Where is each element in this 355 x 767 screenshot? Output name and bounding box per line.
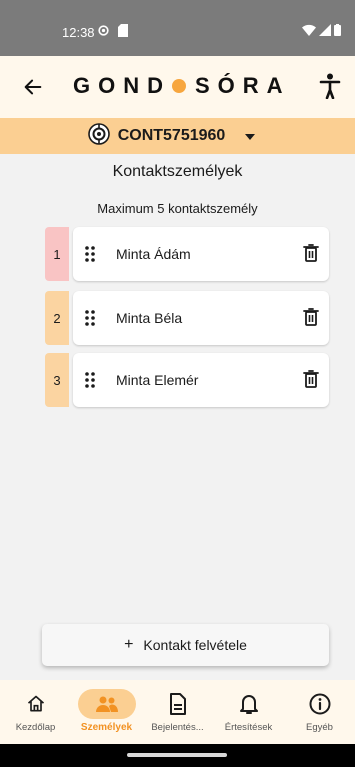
nav-item-people[interactable]: Személyek — [71, 680, 142, 744]
logo-text-right: SÓRA — [195, 73, 291, 98]
app-bar: GOND SÓRA — [0, 56, 355, 118]
nav-label-people: Személyek — [80, 722, 133, 733]
contact-item: 1 Minta Ádám — [45, 227, 329, 281]
trash-icon[interactable] — [303, 244, 319, 267]
trash-icon[interactable] — [303, 308, 319, 331]
home-gesture-pill[interactable] — [127, 753, 227, 757]
contact-card[interactable]: Minta Ádám — [73, 227, 329, 281]
trash-icon[interactable] — [303, 370, 319, 393]
people-icon — [77, 689, 136, 719]
nav-item-notifications[interactable]: Értesítések — [213, 680, 284, 744]
info-icon — [291, 689, 349, 719]
contact-item: 2 Minta Béla — [45, 291, 329, 345]
back-arrow-icon[interactable] — [22, 76, 44, 98]
logo-text-left: GOND — [73, 73, 171, 98]
nav-item-home[interactable]: Kezdőlap — [0, 680, 71, 744]
status-right-icons — [302, 24, 341, 36]
contact-card[interactable]: Minta Béla — [73, 291, 329, 345]
add-contact-label: Kontakt felvétele — [143, 637, 247, 653]
sim-card-icon — [118, 24, 128, 42]
drag-handle-icon[interactable] — [85, 246, 95, 267]
contact-index-badge: 3 — [45, 353, 69, 407]
app-logo: GOND SÓRA — [73, 73, 291, 99]
contact-card[interactable]: Minta Elemér — [73, 353, 329, 407]
battery-icon — [334, 24, 341, 36]
nav-label-reports: Bejelentés... — [151, 722, 204, 733]
document-icon — [149, 689, 207, 719]
contact-index-badge: 2 — [45, 291, 69, 345]
nav-item-reports[interactable]: Bejelentés... — [142, 680, 213, 744]
status-time: 12:38 — [62, 25, 95, 40]
wifi-icon — [302, 24, 316, 36]
nav-label-other: Egyéb — [306, 722, 333, 733]
device-selector-label: CONT5751960 — [117, 127, 226, 144]
system-home-bar — [0, 744, 355, 767]
plus-icon: + — [124, 636, 134, 653]
drag-handle-icon[interactable] — [85, 310, 95, 331]
bottom-navigation: Kezdőlap Személyek Bejelentés... Értesít… — [0, 680, 355, 744]
device-icon — [87, 122, 110, 150]
device-selector[interactable]: CONT5751960 — [0, 118, 355, 154]
logo-dot — [172, 79, 186, 93]
contact-name: Minta Ádám — [116, 246, 191, 262]
contact-name: Minta Béla — [116, 310, 183, 326]
accessibility-icon[interactable] — [319, 73, 341, 100]
gear-icon — [97, 24, 110, 42]
contact-name: Minta Elemér — [116, 372, 199, 388]
page-subtitle: Maximum 5 kontaktszemély — [97, 201, 258, 216]
home-icon — [7, 689, 65, 719]
add-contact-button[interactable]: + Kontakt felvétele — [42, 624, 329, 666]
bell-icon — [220, 689, 278, 719]
nav-label-home: Kezdőlap — [15, 722, 56, 733]
signal-icon — [319, 24, 331, 36]
contact-item: 3 Minta Elemér — [45, 353, 329, 407]
status-bar: 12:38 — [0, 0, 355, 56]
chevron-down-icon — [245, 127, 256, 145]
nav-label-notifications: Értesítések — [224, 722, 273, 733]
nav-item-other[interactable]: Egyéb — [284, 680, 355, 744]
page-title: Kontaktszemélyek — [112, 163, 243, 180]
contact-index-badge: 1 — [45, 227, 69, 281]
drag-handle-icon[interactable] — [85, 372, 95, 393]
